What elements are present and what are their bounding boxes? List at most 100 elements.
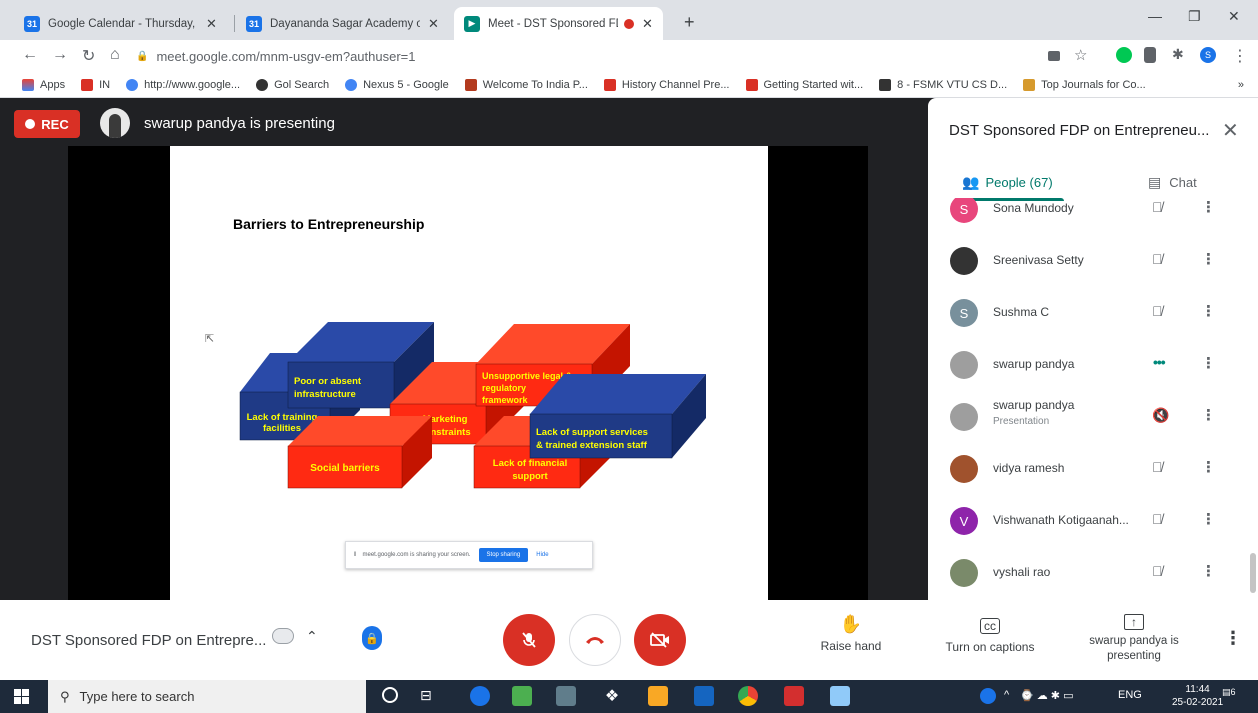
hand-icon: ✋ [839,614,863,634]
participant-name: Sona Mundody [993,201,1074,215]
chevron-up-icon[interactable]: ⌃ [306,628,318,645]
bookmark-india[interactable]: Welcome To India P... [464,78,588,91]
list-item[interactable]: swarup pandya ••• ⋮ [928,341,1258,393]
reload-icon[interactable]: ↻ [82,46,95,66]
list-item[interactable]: V Vishwanath Kotigaanah... 🎙̸ ⋮ [928,497,1258,549]
bookmark-google[interactable]: http://www.google... [126,78,240,91]
tripadvisor-icon[interactable] [556,686,576,706]
presenting-button[interactable]: ↑ swarup pandya is presenting [1084,614,1184,664]
dropbox-icon[interactable]: ❖ [602,686,622,706]
address-bar[interactable]: 🔒 meet.google.com/mnm-usgv-em?authuser=1 [136,44,1036,68]
more-options-icon[interactable]: ⋮ [1201,354,1216,372]
tab-google-calendar[interactable]: 31 Google Calendar - Thursday, Feb ✕ [14,7,227,40]
people-panel: DST Sponsored FDP on Entrepreneu... ✕ 👥 … [928,98,1258,600]
bookmark-apps[interactable]: Apps [22,78,65,91]
present-screen-icon: ↑ [1124,614,1144,630]
calendar-icon: 31 [246,15,262,32]
microphone-toggle-button[interactable] [503,614,555,666]
youtube-icon [81,78,94,91]
file-explorer-icon[interactable] [648,686,668,706]
document-icon [879,78,892,91]
bookmark-nexus[interactable]: Nexus 5 - Google [345,78,449,91]
more-options-icon[interactable]: ⋮ [1201,406,1216,424]
taskbar-search[interactable]: ⚲ Type here to search [48,680,366,713]
forward-icon[interactable]: → [52,46,68,64]
close-tab-icon[interactable]: ✕ [206,16,217,32]
tab-strip: 31 Google Calendar - Thursday, Feb ✕ 31 … [0,0,1258,40]
app-icon[interactable] [512,686,532,706]
site-icon [1023,78,1036,91]
gol-icon [256,78,269,91]
camera-icon[interactable] [1048,51,1060,61]
app-icon[interactable] [830,686,850,706]
tab-chat[interactable]: ▤ Chat [1148,174,1197,191]
clock[interactable]: 11:44 25-02-2021 [1172,683,1223,709]
shield-icon[interactable]: 🔒 [362,626,382,650]
close-tab-icon[interactable]: ✕ [642,16,653,32]
more-options-icon[interactable]: ⋮ [1224,628,1242,649]
list-item[interactable]: swarup pandya Presentation 🔇 ⋮ [928,393,1258,445]
scrollbar[interactable] [1250,553,1256,593]
tab-people[interactable]: 👥 People (67) [962,174,1053,191]
list-item[interactable]: S Sushma C 🎙̸ ⋮ [928,289,1258,341]
bookmarks-more[interactable]: » [1238,79,1244,91]
captions-button[interactable]: cc Turn on captions [940,614,1040,654]
chrome-icon[interactable] [738,686,758,706]
list-item[interactable]: vyshali rao 🎙̸ ⋮ [928,549,1258,600]
close-tab-icon[interactable]: ✕ [428,16,439,32]
notifications-icon[interactable]: ▤6 [1222,687,1238,703]
windows-taskbar: ⚲ Type here to search ⊟ ❖ ^ ⌚ ☁ ✱ ▭ ENG … [0,680,1258,713]
camera-toggle-button[interactable] [634,614,686,666]
bookmark-fsmk[interactable]: 8 - FSMK VTU CS D... [879,78,1007,91]
more-options-icon[interactable]: ⋮ [1201,510,1216,528]
raise-hand-button[interactable]: ✋ Raise hand [820,614,882,653]
list-item[interactable]: Sreenivasa Setty 🎙̸ ⋮ [928,237,1258,289]
profile-avatar[interactable]: S [1200,47,1216,63]
meeting-details-icon[interactable] [272,628,294,644]
bookmark-in[interactable]: IN [81,78,110,91]
tray-icons[interactable]: ⌚ ☁ ✱ ▭ [1020,689,1073,702]
leave-call-button[interactable] [569,614,621,666]
more-options-icon[interactable]: ⋮ [1201,562,1216,580]
extension-icon[interactable] [1144,47,1156,63]
bookmark-history[interactable]: History Channel Pre... [603,78,730,91]
close-window-icon[interactable]: ✕ [1228,8,1240,25]
bookmark-gol-search[interactable]: Gol Search [256,78,329,91]
help-icon[interactable] [980,688,996,704]
puzzle-icon[interactable]: ✱ [1172,46,1184,63]
bookmark-star-icon[interactable]: ☆ [1074,46,1087,64]
more-options-icon[interactable]: ⋮ [1201,250,1216,268]
share-notice-text: meet.google.com is sharing your screen. [362,552,471,558]
new-tab-button[interactable]: + [684,12,695,33]
more-options-icon[interactable]: ⋮ [1201,302,1216,320]
cortana-icon[interactable] [382,687,398,703]
bookmark-journals[interactable]: Top Journals for Co... [1023,78,1146,91]
edge-icon[interactable] [470,686,490,706]
back-icon[interactable]: ← [22,46,38,64]
list-item[interactable]: S Sona Mundody 🎙̸ ⋮ [928,198,1258,237]
task-view-icon[interactable]: ⊟ [420,687,432,704]
avatar: V [950,507,978,535]
mic-off-icon: 🎙̸ [1152,563,1163,579]
acrobat-icon[interactable] [784,686,804,706]
browser-toolbar: ← → ↻ ⌂ 🔒 meet.google.com/mnm-usgv-em?au… [0,40,1258,72]
more-options-icon[interactable]: ⋮ [1201,458,1216,476]
windows-start-icon[interactable] [14,689,29,704]
chevron-up-icon[interactable]: ^ [1004,689,1009,701]
meeting-title[interactable]: DST Sponsored FDP on Entrepre... [31,632,266,649]
close-panel-icon[interactable]: ✕ [1222,118,1239,143]
list-item[interactable]: vidya ramesh 🎙̸ ⋮ [928,445,1258,497]
restore-icon[interactable]: ❐ [1188,8,1201,25]
language-indicator[interactable]: ENG [1118,689,1142,701]
bookmark-getting-started[interactable]: Getting Started wit... [745,78,863,91]
hide-button[interactable]: Hide [536,552,548,558]
tab-meet[interactable]: ▶ Meet - DST Sponsored FDP ✕ [454,7,663,40]
stop-sharing-button[interactable]: Stop sharing [478,548,529,562]
minimize-icon[interactable]: — [1148,8,1162,24]
menu-icon[interactable]: ⋮ [1232,46,1248,66]
more-options-icon[interactable]: ⋮ [1201,198,1216,216]
tab-dayananda-sagar[interactable]: 31 Dayananda Sagar Academy of Te ✕ [236,7,449,40]
home-icon[interactable]: ⌂ [110,46,120,64]
store-icon[interactable] [694,686,714,706]
extension-icon[interactable] [1116,47,1132,63]
